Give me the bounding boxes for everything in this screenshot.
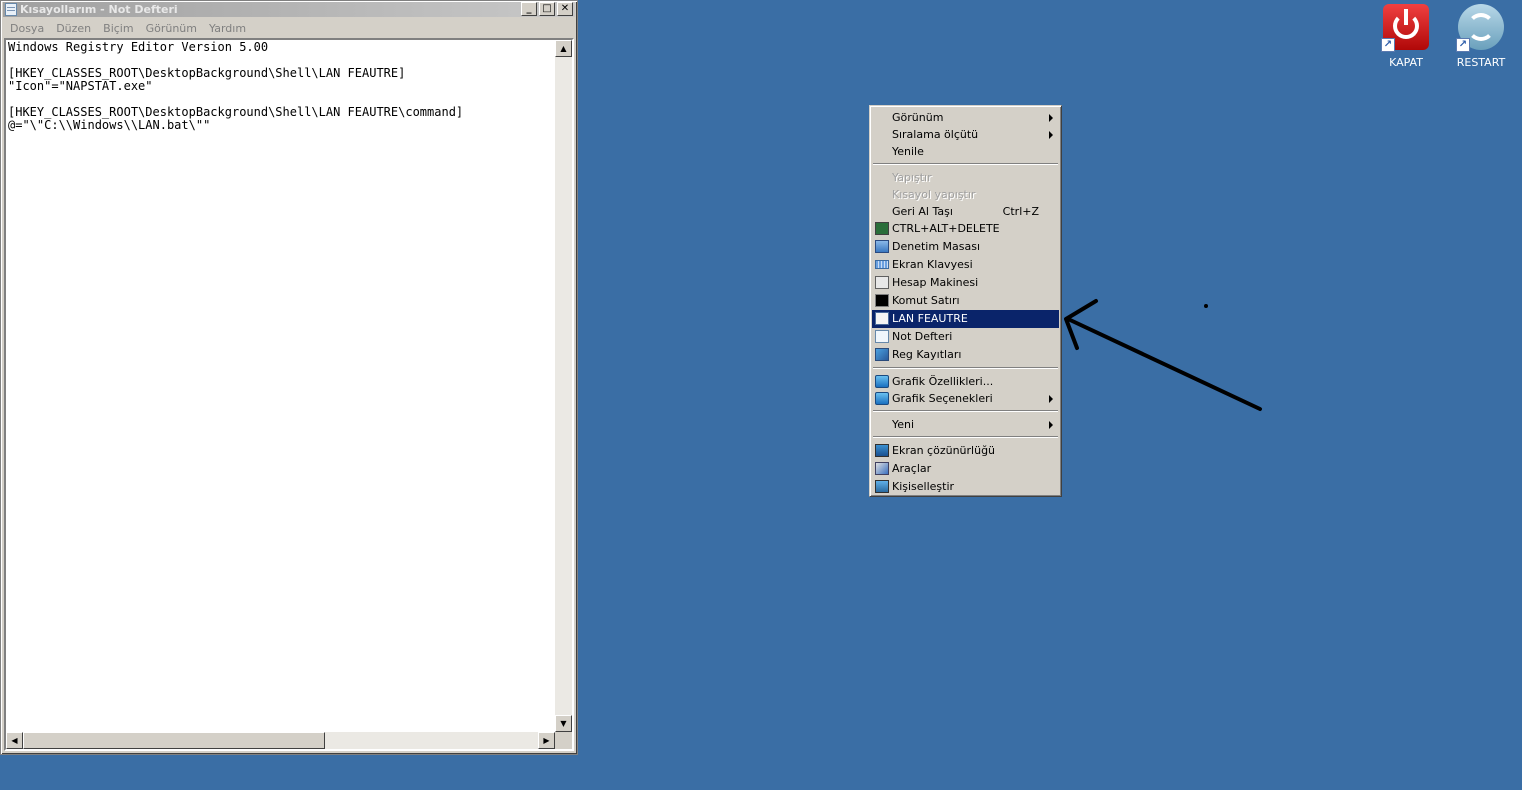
submenu-arrow-icon <box>1049 421 1053 429</box>
menu-item-kisisellestir[interactable]: Kişiselleştir <box>872 478 1059 496</box>
maximize-button[interactable]: □ <box>539 2 555 16</box>
desktop-icon-restart[interactable]: ↗ RESTART <box>1451 4 1511 69</box>
notepad-icon <box>5 3 17 16</box>
menu-item-ekran-cozunurlugu[interactable]: Ekran çözünürlüğü <box>872 442 1059 460</box>
menu-item-komut-satiri[interactable]: Komut Satırı <box>872 292 1059 310</box>
menu-item-not-defteri[interactable]: Not Defteri <box>872 328 1059 346</box>
personalize-icon <box>875 480 889 493</box>
desktop-icon-label: RESTART <box>1456 56 1506 69</box>
menu-item-yenile[interactable]: Yenile <box>872 143 1059 160</box>
menu-help[interactable]: Yardım <box>203 22 252 35</box>
horizontal-scroll-thumb[interactable] <box>23 732 325 749</box>
close-button[interactable]: ✕ <box>557 2 573 16</box>
menu-format[interactable]: Biçim <box>97 22 139 35</box>
submenu-arrow-icon <box>1049 395 1053 403</box>
power-icon: ↗ <box>1381 4 1429 52</box>
menu-bar: Dosya Düzen Biçim Görünüm Yardım <box>4 19 574 37</box>
horizontal-scrollbar[interactable]: ◀ ▶ <box>6 732 555 749</box>
menu-item-kisayol-yapistir: Kısayol yapıştır <box>892 188 976 201</box>
annotation-arrow <box>1064 299 1262 411</box>
menu-view[interactable]: Görünüm <box>140 22 203 35</box>
menu-item-siralama[interactable]: Sıralama ölçütü <box>872 126 1059 143</box>
menu-item-gorunum[interactable]: Görünüm <box>872 109 1059 126</box>
scroll-left-button[interactable]: ◀ <box>6 732 23 749</box>
menu-item-grafik-ozellikleri[interactable]: Grafik Özellikleri... <box>872 373 1059 390</box>
scrollbar-corner <box>555 732 572 749</box>
text-editor[interactable]: Windows Registry Editor Version 5.00 [HK… <box>4 38 574 751</box>
menu-item-yapistir: Yapıştır <box>892 171 932 184</box>
minimize-button[interactable]: _ <box>521 2 537 16</box>
menu-item-ekran-klavyesi[interactable]: Ekran Klavyesi <box>872 256 1059 274</box>
scroll-up-button[interactable]: ▲ <box>555 40 572 57</box>
display-icon <box>875 444 889 457</box>
menu-item-grafik-secenekleri[interactable]: Grafik Seçenekleri <box>872 390 1059 407</box>
menu-separator <box>873 367 1058 369</box>
submenu-arrow-icon <box>1049 114 1053 122</box>
menu-item-denetim-masasi[interactable]: Denetim Masası <box>872 238 1059 256</box>
window-controls: _ □ ✕ <box>521 2 573 16</box>
network-icon <box>875 312 889 325</box>
menu-item-lan-feautre[interactable]: LAN FEAUTRE <box>872 310 1059 328</box>
tools-icon <box>875 462 889 475</box>
menu-separator <box>873 163 1058 165</box>
menu-item-geri-al[interactable]: Geri Al Taşı Ctrl+Z <box>872 203 1059 220</box>
menu-separator <box>873 410 1058 412</box>
menu-file[interactable]: Dosya <box>4 22 50 35</box>
notepad-icon <box>875 330 889 343</box>
keyboard-icon <box>875 260 889 269</box>
scroll-right-button[interactable]: ▶ <box>538 732 555 749</box>
graphics-icon <box>875 392 889 405</box>
desktop-icon-label: KAPAT <box>1389 56 1423 69</box>
command-prompt-icon <box>875 294 889 307</box>
menu-item-ctrl-alt-delete[interactable]: CTRL+ALT+DELETE <box>872 220 1059 238</box>
title-bar[interactable]: Kısayollarım - Not Defteri _ □ ✕ <box>3 2 575 17</box>
desktop-context-menu: Görünüm Sıralama ölçütü Yenile Yapıştır … <box>869 105 1062 497</box>
editor-content[interactable]: Windows Registry Editor Version 5.00 [HK… <box>8 41 463 132</box>
notepad-window: Kısayollarım - Not Defteri _ □ ✕ Dosya D… <box>0 0 578 755</box>
desktop-icon-kapat[interactable]: ↗ KAPAT <box>1376 4 1436 69</box>
control-panel-icon <box>875 240 889 253</box>
menu-item-yeni[interactable]: Yeni <box>872 416 1059 433</box>
calculator-icon <box>875 276 889 289</box>
window-title: Kısayollarım - Not Defteri <box>20 3 178 16</box>
vertical-scrollbar[interactable]: ▲ ▼ <box>555 40 572 732</box>
scroll-down-button[interactable]: ▼ <box>555 715 572 732</box>
submenu-arrow-icon <box>1049 131 1053 139</box>
menu-item-reg-kayitlari[interactable]: Reg Kayıtları <box>872 346 1059 364</box>
menu-edit[interactable]: Düzen <box>50 22 97 35</box>
monitor-icon <box>875 222 889 235</box>
menu-separator <box>873 436 1058 438</box>
graphics-icon <box>875 375 889 388</box>
menu-item-araclar[interactable]: Araçlar <box>872 460 1059 478</box>
menu-item-hesap-makinesi[interactable]: Hesap Makinesi <box>872 274 1059 292</box>
registry-icon <box>875 348 889 361</box>
shortcut-label: Ctrl+Z <box>1002 205 1039 218</box>
shortcut-arrow-icon: ↗ <box>1381 38 1395 52</box>
shortcut-arrow-icon: ↗ <box>1456 38 1470 52</box>
restart-icon: ↗ <box>1456 4 1504 52</box>
